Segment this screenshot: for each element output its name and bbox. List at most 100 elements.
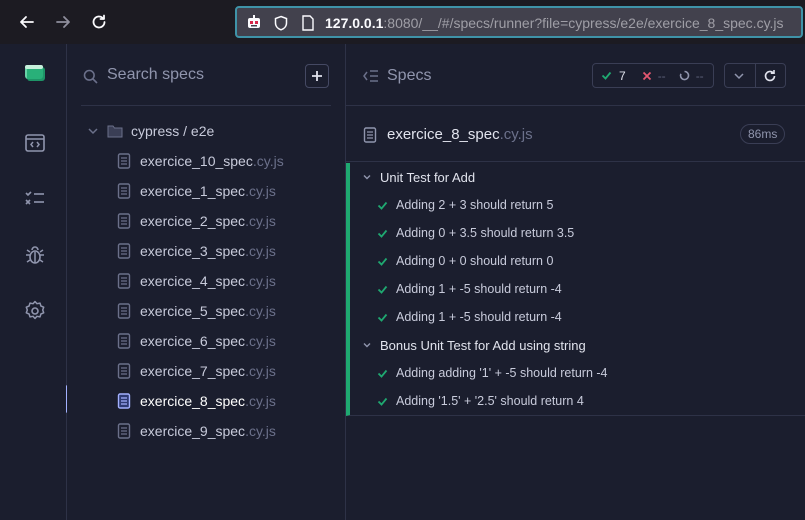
chevron-down-icon[interactable]: [733, 71, 745, 81]
spec-file-name: exercice_8_spec.cy.js: [387, 126, 533, 143]
specs-title: Specs: [387, 67, 432, 84]
url-text: 127.0.0.1:8080/__/#/specs/runner?file=cy…: [325, 15, 784, 31]
arrow-left-icon: [20, 16, 34, 28]
check-icon: [377, 201, 388, 210]
nav-specs[interactable]: [22, 186, 48, 212]
spec-file-icon: [117, 153, 131, 169]
spec-item-name: exercice_7_spec: [140, 363, 246, 379]
spec-item-name: exercice_2_spec: [140, 213, 246, 229]
search-input[interactable]: Search specs: [107, 66, 204, 84]
folder-cypress-e2e[interactable]: cypress / e2e: [87, 120, 214, 142]
spec-item[interactable]: exercice_6_spec .cy.js: [117, 330, 276, 352]
reload-button[interactable]: [88, 11, 110, 33]
pending-count: --: [695, 68, 704, 83]
spec-item-ext: .cy.js: [245, 393, 276, 409]
spec-item[interactable]: exercice_3_spec .cy.js: [117, 240, 276, 262]
spec-item[interactable]: exercice_1_spec .cy.js: [117, 180, 276, 202]
spec-item[interactable]: exercice_2_spec .cy.js: [117, 210, 276, 232]
test-title: Adding adding '1' + -5 should return -4: [396, 366, 608, 380]
check-icon: [601, 71, 612, 80]
nav-cypress-logo[interactable]: [22, 60, 48, 86]
nav-debug[interactable]: [22, 242, 48, 268]
url-bar[interactable]: 127.0.0.1:8080/__/#/specs/runner?file=cy…: [235, 6, 803, 38]
spec-item[interactable]: exercice_7_spec .cy.js: [117, 360, 276, 382]
browser-toolbar: 127.0.0.1:8080/__/#/specs/runner?file=cy…: [0, 0, 805, 44]
folder-label: cypress / e2e: [131, 123, 215, 139]
search-specs-field[interactable]: Search specs: [81, 62, 331, 106]
test-title: Adding '1.5' + '2.5' should return 4: [396, 394, 584, 408]
spec-file-header: exercice_8_spec.cy.js 86ms: [346, 106, 805, 162]
check-icon: [377, 313, 388, 322]
spec-item-name: exercice_4_spec: [140, 273, 246, 289]
specs-toggle-icon[interactable]: [363, 69, 379, 83]
nav-runs[interactable]: [22, 130, 48, 156]
spec-item-ext: .cy.js: [245, 303, 276, 319]
robot-icon: [248, 15, 260, 28]
back-button[interactable]: [16, 11, 38, 33]
spec-item-ext: .cy.js: [245, 363, 276, 379]
search-icon: [83, 69, 98, 84]
spec-file-icon: [117, 243, 131, 259]
test-item[interactable]: Adding adding '1' + -5 should return -4: [377, 363, 608, 383]
reporter-controls: [724, 63, 786, 88]
cypress-logo-icon: [25, 65, 45, 81]
spec-item[interactable]: exercice_9_spec .cy.js: [117, 420, 276, 442]
test-item[interactable]: Adding '1.5' + '2.5' should return 4: [377, 391, 584, 411]
test-title: Adding 1 + -5 should return -4: [396, 310, 562, 324]
test-suite[interactable]: Unit Test for Add: [362, 167, 475, 187]
chevron-down-icon: [363, 343, 371, 348]
shield-icon[interactable]: [273, 15, 289, 31]
spec-item-name: exercice_6_spec: [140, 333, 246, 349]
specs-panel: Search specs cypress / e2e exercice_10_s…: [67, 44, 346, 520]
reporter-panel: Specs 7 -- -- exercice_8_spec.cy.js 86ms…: [346, 44, 805, 520]
test-title: Adding 0 + 3.5 should return 3.5: [396, 226, 575, 240]
test-stats: 7 -- --: [592, 63, 714, 88]
chevron-down-icon: [88, 128, 98, 135]
test-item[interactable]: Adding 0 + 0 should return 0: [377, 251, 553, 271]
runs-icon: [25, 134, 45, 152]
new-spec-button[interactable]: [305, 64, 329, 88]
check-icon: [377, 229, 388, 238]
duration-badge: 86ms: [740, 124, 786, 144]
nav-settings[interactable]: [22, 298, 48, 324]
pending-icon: [679, 70, 689, 81]
spec-item[interactable]: exercice_8_spec .cy.js: [117, 390, 276, 412]
spec-file-icon: [117, 333, 131, 349]
forward-button[interactable]: [52, 11, 74, 33]
spec-item[interactable]: exercice_5_spec .cy.js: [117, 300, 276, 322]
sidebar-nav: [0, 44, 67, 520]
spec-item[interactable]: exercice_4_spec .cy.js: [117, 270, 276, 292]
spec-item-name: exercice_9_spec: [140, 423, 246, 439]
specs-list-icon: [25, 191, 44, 205]
spec-item-name: exercice_8_spec: [140, 393, 246, 409]
check-icon: [377, 285, 388, 294]
test-item[interactable]: Adding 2 + 3 should return 5: [377, 195, 553, 215]
failed-count: --: [657, 68, 666, 83]
test-results: Unit Test for Add Adding 2 + 3 should ret…: [346, 163, 805, 416]
spec-item-ext: .cy.js: [252, 153, 284, 169]
spec-file-icon: [117, 393, 131, 409]
spec-item-name: exercice_10_spec: [140, 153, 253, 169]
spec-item-ext: .cy.js: [245, 213, 276, 229]
spec-file-icon: [117, 423, 131, 439]
file-icon: [363, 127, 377, 143]
test-item[interactable]: Adding 1 + -5 should return -4: [377, 307, 562, 327]
test-suite[interactable]: Bonus Unit Test for Add using string: [362, 335, 586, 355]
plus-icon: [312, 71, 322, 81]
test-item[interactable]: Adding 1 + -5 should return -4: [377, 279, 562, 299]
spec-file-icon: [117, 213, 131, 229]
page-icon: [302, 15, 314, 31]
spec-item-ext: .cy.js: [245, 243, 276, 259]
test-item[interactable]: Adding 0 + 3.5 should return 3.5: [377, 223, 574, 243]
suite-title: Unit Test for Add: [380, 169, 476, 185]
spec-item-ext: .cy.js: [245, 423, 276, 439]
check-icon: [377, 257, 388, 266]
rerun-icon[interactable]: [763, 69, 777, 83]
debug-icon: [26, 246, 44, 264]
x-icon: [642, 71, 651, 80]
spec-item-name: exercice_3_spec: [140, 243, 246, 259]
chevron-down-icon: [363, 175, 371, 180]
spec-item[interactable]: exercice_10_spec .cy.js: [117, 150, 284, 172]
passed-count: 7: [619, 68, 626, 83]
spec-file-icon: [117, 303, 131, 319]
